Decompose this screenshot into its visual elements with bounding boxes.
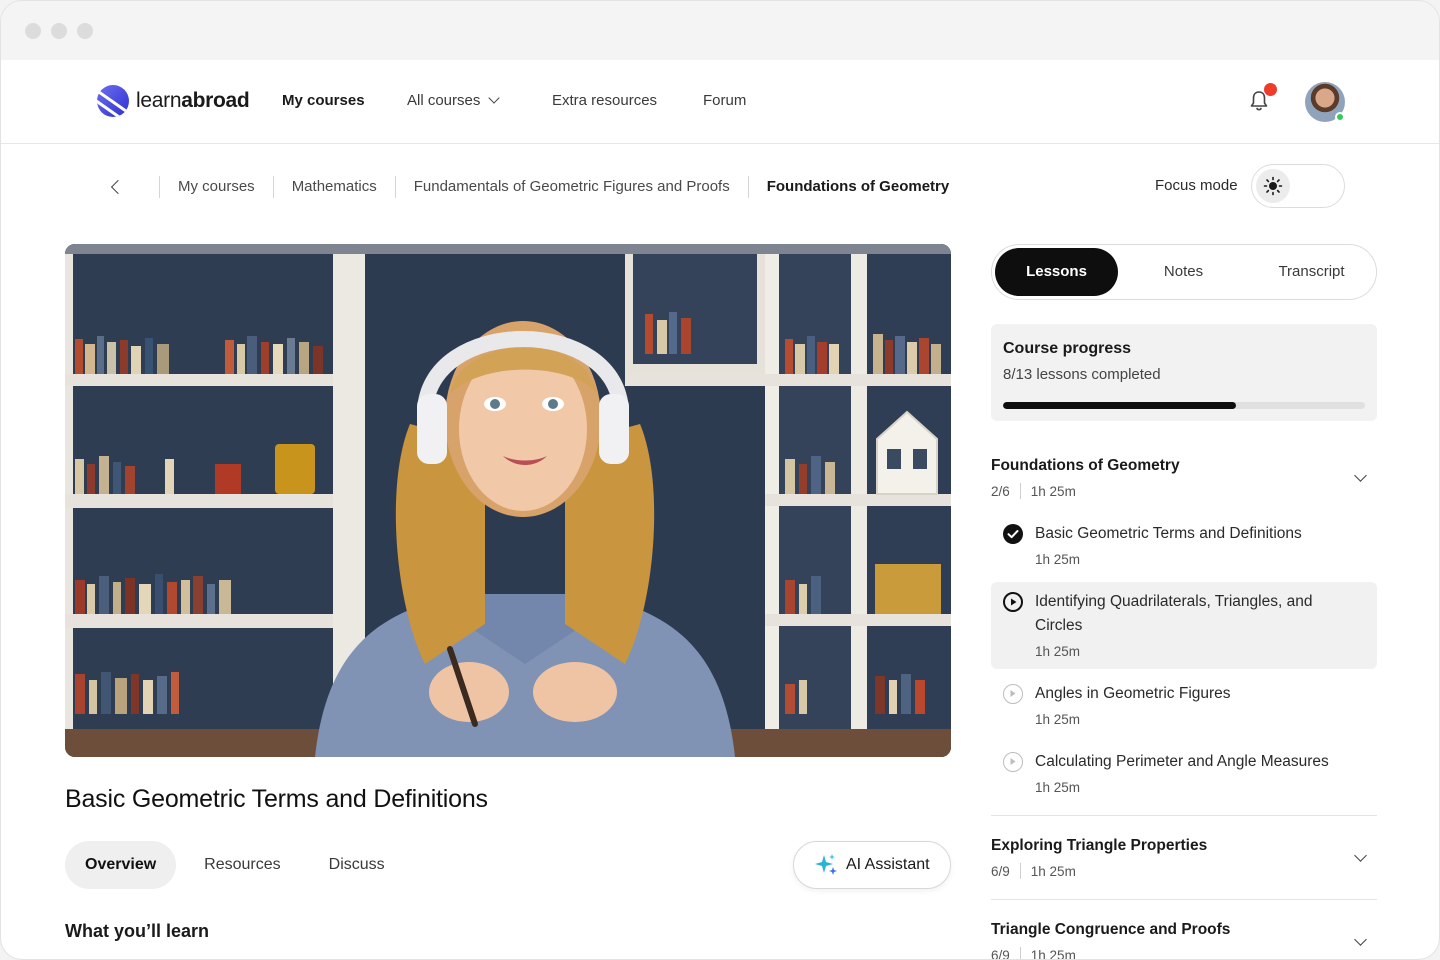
nav-extra-resources[interactable]: Extra resources (552, 92, 657, 109)
section-header[interactable]: Triangle Congruence and Proofs 6/9 1h 25… (991, 921, 1377, 960)
back-chevron-icon[interactable] (110, 179, 126, 195)
focus-mode-label: Focus mode (1155, 177, 1238, 194)
lesson-duration: 1h 25m (1035, 712, 1081, 727)
sidebar-tabs: Lessons Notes Transcript (991, 244, 1377, 300)
section-header[interactable]: Exploring Triangle Properties 6/9 1h 25m (991, 837, 1377, 881)
focus-mode-toggle[interactable] (1251, 164, 1345, 208)
section-header[interactable]: Foundations of Geometry 2/6 1h 25m (991, 457, 1377, 501)
meta-divider (1019, 947, 1021, 959)
online-status-indicator (1335, 112, 1345, 122)
video-frame-image (65, 244, 951, 757)
lesson-item[interactable]: Basic Geometric Terms and Definitions 1h… (991, 514, 1377, 574)
section-meta: 2/6 1h 25m (991, 483, 1377, 499)
sun-icon (1256, 169, 1290, 203)
section-meta: 6/9 1h 25m (991, 863, 1377, 879)
breadcrumb-item[interactable]: My courses (159, 176, 273, 198)
section-count: 2/6 (991, 483, 1010, 499)
chevron-down-icon (488, 92, 501, 104)
section-count: 6/9 (991, 947, 1010, 960)
lesson-item[interactable]: Calculating Perimeter and Angle Measures… (991, 742, 1377, 802)
lesson-title: Basic Geometric Terms and Definitions (1035, 525, 1302, 542)
section-duration: 1h 25m (1030, 947, 1076, 960)
lesson-item-current[interactable]: Identifying Quadrilaterals, Triangles, a… (991, 582, 1377, 669)
brand-logo[interactable]: learnabroad (97, 84, 250, 118)
section-meta: 6/9 1h 25m (991, 947, 1377, 960)
notification-badge (1264, 83, 1277, 96)
course-progress-summary: 8/13 lessons completed (1003, 366, 1161, 383)
sparkle-icon (815, 854, 837, 875)
window-titlebar (1, 1, 1439, 60)
play-circle-icon (1003, 752, 1023, 772)
nav-my-courses[interactable]: My courses (282, 92, 365, 109)
lesson-duration: 1h 25m (1035, 644, 1081, 659)
brand-name: learnabroad (136, 89, 250, 112)
top-navigation: learnabroad My courses All courses Extra… (1, 60, 1439, 144)
tab-transcript[interactable]: Transcript (1248, 248, 1375, 296)
tab-resources[interactable]: Resources (184, 841, 300, 889)
tab-notes[interactable]: Notes (1120, 248, 1247, 296)
lesson-tabs: Overview Resources Discuss (65, 841, 413, 889)
section-title: Foundations of Geometry (991, 457, 1180, 474)
lesson-title: Calculating Perimeter and Angle Measures (1035, 753, 1329, 770)
nav-forum[interactable]: Forum (703, 92, 746, 109)
lesson-title: Identifying Quadrilaterals, Triangles, a… (1035, 593, 1313, 634)
window-close-dot[interactable] (25, 23, 41, 39)
section-duration: 1h 25m (1030, 863, 1076, 879)
lesson-duration: 1h 25m (1035, 552, 1081, 567)
logo-mark-icon (97, 85, 129, 117)
breadcrumb-item[interactable]: Fundamentals of Geometric Figures and Pr… (394, 176, 748, 198)
play-circle-icon (1003, 684, 1023, 704)
course-progress-fill (1003, 402, 1237, 409)
tab-discuss[interactable]: Discuss (309, 841, 405, 889)
ai-assistant-button[interactable]: AI Assistant (793, 841, 951, 889)
play-progress-icon (1003, 592, 1023, 612)
meta-divider (1019, 483, 1021, 499)
ai-assistant-label: AI Assistant (846, 856, 930, 873)
breadcrumb: My courses Mathematics Fundamentals of G… (109, 173, 967, 201)
section-title: Triangle Congruence and Proofs (991, 921, 1231, 938)
meta-divider (1019, 863, 1021, 879)
nav-all-courses-label: All courses (407, 92, 481, 109)
nav-all-courses[interactable]: All courses (407, 92, 501, 109)
tab-overview[interactable]: Overview (65, 841, 177, 889)
lesson-item[interactable]: Angles in Geometric Figures 1h 25m (991, 674, 1377, 734)
lesson-duration: 1h 25m (1035, 780, 1081, 795)
section-divider (991, 815, 1377, 816)
section-duration: 1h 25m (1030, 483, 1076, 499)
app-window: learnabroad My courses All courses Extra… (0, 0, 1440, 960)
what-youll-learn-heading: What you’ll learn (65, 921, 210, 941)
section-count: 6/9 (991, 863, 1010, 879)
check-circle-icon (1003, 524, 1023, 544)
course-progress-card: Course progress 8/13 lessons completed (991, 324, 1377, 421)
video-player[interactable] (65, 244, 951, 757)
section-title: Exploring Triangle Properties (991, 837, 1208, 854)
lesson-title: Basic Geometric Terms and Definitions (65, 785, 488, 813)
window-maximize-dot[interactable] (77, 23, 93, 39)
window-minimize-dot[interactable] (51, 23, 67, 39)
tab-lessons[interactable]: Lessons (995, 248, 1118, 296)
course-progress-title: Course progress (1003, 340, 1132, 357)
section-divider (991, 899, 1377, 900)
breadcrumb-item[interactable]: Mathematics (272, 176, 395, 198)
breadcrumb-current: Foundations of Geometry (747, 176, 968, 198)
lesson-title: Angles in Geometric Figures (1035, 685, 1231, 702)
course-progress-bar (1003, 402, 1365, 409)
